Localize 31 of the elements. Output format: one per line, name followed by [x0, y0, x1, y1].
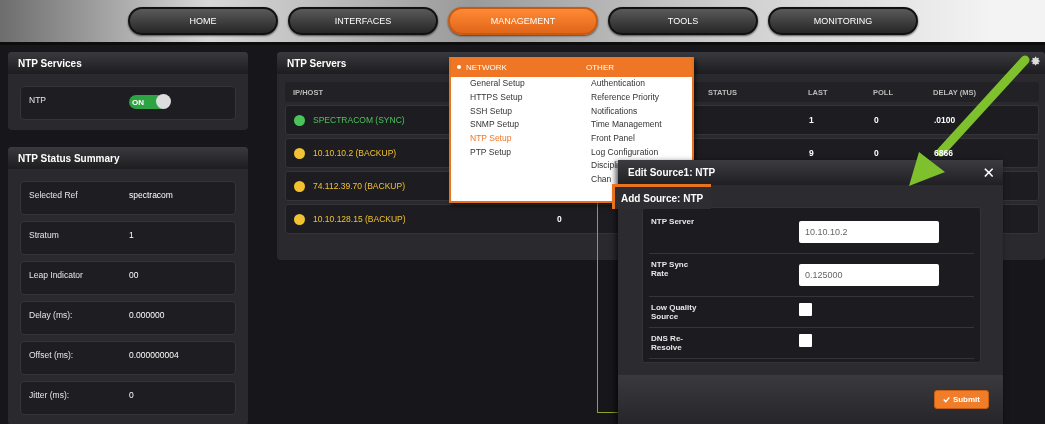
panel-title: NTP Status Summary [8, 147, 248, 169]
status-label: Leap Indicator [29, 270, 84, 282]
status-value: 00 [129, 270, 140, 282]
field-label: NTP Sync Rate [651, 260, 690, 280]
table-cell: 9 [809, 148, 814, 158]
field-label: NTP Server [651, 217, 695, 228]
table-cell: 1 [809, 115, 814, 125]
status-label: Delay (ms): [29, 310, 74, 322]
dialog-title: Add Source: NTP [612, 184, 712, 209]
status-label: Jitter (ms): [29, 390, 71, 402]
status-value: spectracom [129, 190, 174, 202]
host-text: SPECTRACOM (SYNC) [313, 115, 405, 125]
host-text: 74.112.39.70 (BACKUP) [313, 181, 405, 191]
host-text: 10.10.128.15 (BACKUP) [313, 214, 406, 224]
field-label: DNS Re-Resolve [651, 334, 684, 352]
dialog-title: Edit Source1: NTP [628, 167, 716, 178]
table-cell: 0 [874, 148, 879, 158]
table-cell: 0 [874, 115, 879, 125]
table-cell: 0 [557, 214, 562, 224]
service-label: NTP [29, 95, 47, 107]
panel-title: NTP Services [8, 52, 248, 74]
field-label: Low Quality Source [651, 303, 698, 321]
status-value: 0.000000004 [129, 350, 180, 362]
host-text: 10.10.10.2 (BACKUP) [313, 148, 397, 158]
status-value: 0.000000 [129, 310, 166, 322]
status-label: Selected Ref [29, 190, 79, 202]
status-label: Stratum [29, 230, 60, 242]
status-value: 0 [129, 390, 135, 402]
table-cell: .0100 [934, 115, 956, 125]
status-value: 1 [129, 230, 135, 242]
status-label: Offset (ms): [29, 350, 75, 362]
